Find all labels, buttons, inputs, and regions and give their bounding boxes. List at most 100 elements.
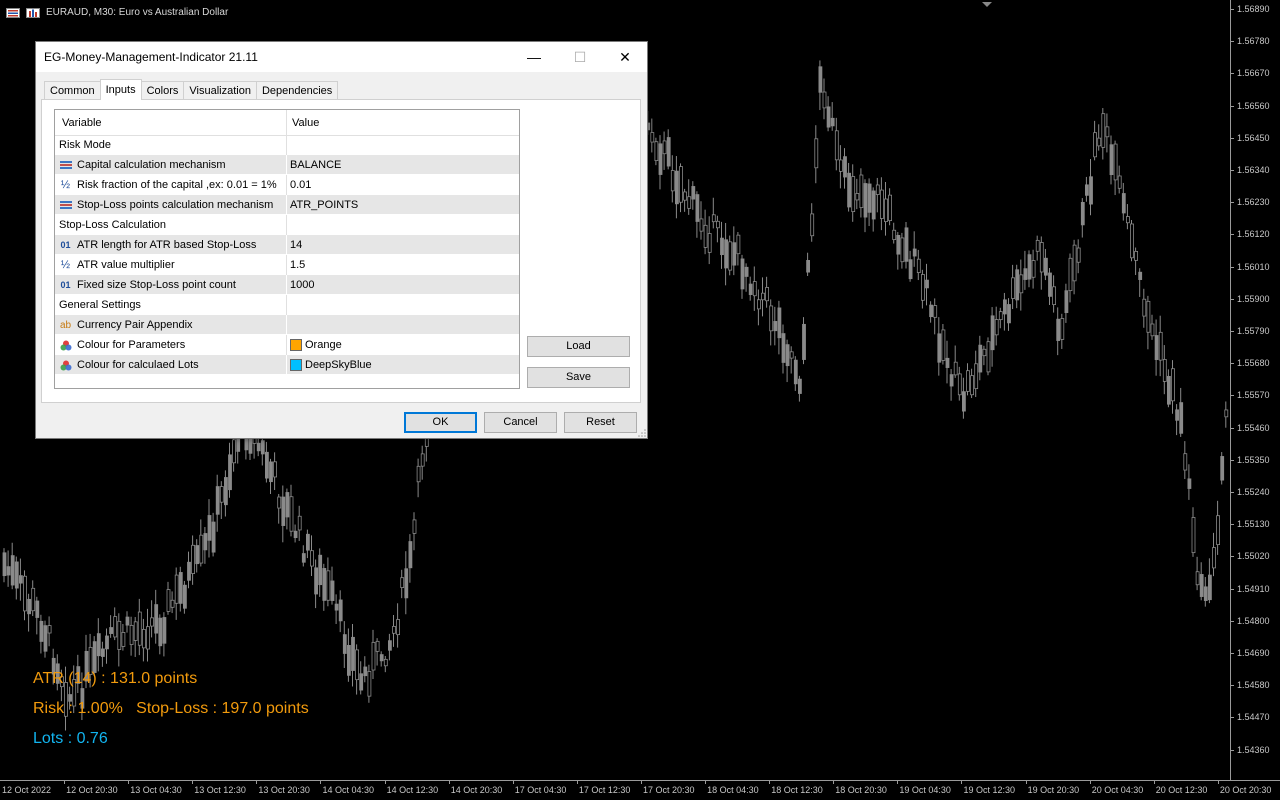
candle-body [732, 242, 737, 266]
tab-colors[interactable]: Colors [140, 81, 185, 99]
tab-visualization[interactable]: Visualization [183, 81, 257, 99]
dialog-titlebar[interactable]: EG-Money-Management-Indicator 21.11 — ☐ … [36, 42, 647, 72]
candle-body [1175, 409, 1179, 421]
value-cell[interactable]: 1000 [290, 279, 314, 291]
candle-body [1019, 274, 1024, 294]
tab-dependencies[interactable]: Dependencies [255, 81, 339, 99]
tab-inputs[interactable]: Inputs [99, 79, 142, 100]
variable-label: Risk fraction of the capital ,ex: 0.01 =… [77, 179, 277, 191]
time-label: 14 Oct 12:30 [386, 785, 439, 795]
candle-body [314, 567, 319, 595]
candle-body [375, 640, 380, 652]
candle-body [1179, 402, 1184, 434]
value-cell[interactable]: BALANCE [290, 159, 341, 171]
candle-body [703, 224, 708, 248]
grid-row[interactable]: Colour for calculaed Lots DeepSkyBlue [55, 355, 519, 375]
value-cell[interactable]: 14 [290, 239, 302, 251]
candle-body [47, 625, 52, 634]
candle-body [962, 391, 966, 412]
save-button[interactable]: Save [527, 367, 630, 388]
time-tick [192, 780, 194, 784]
chart-bars-icon[interactable] [26, 7, 40, 18]
time-label: 14 Oct 20:30 [450, 785, 503, 795]
candle-body [412, 519, 417, 534]
candle-body [679, 166, 683, 203]
candle-body [843, 156, 847, 178]
grid-group-row[interactable]: General Settings [55, 295, 519, 315]
candle-body [793, 359, 798, 385]
time-scale[interactable]: 12 Oct 2022 12 Oct 20:30 13 Oct 04:30 13 Oc… [0, 780, 1280, 800]
value-cell[interactable]: ATR_POINTS [290, 199, 358, 211]
price-tick [1230, 298, 1234, 300]
resize-grip-icon[interactable] [638, 429, 646, 437]
candle-body [1007, 304, 1011, 324]
grid-row[interactable]: ab Currency Pair Appendix [55, 315, 519, 335]
price-tick [1230, 717, 1234, 719]
candle-body [1101, 113, 1106, 148]
candle-body [301, 553, 306, 563]
time-label: 13 Oct 20:30 [258, 785, 310, 795]
candle-body [10, 555, 15, 586]
candle-body [1060, 318, 1065, 340]
candle-body [14, 561, 19, 589]
candle-body [1044, 257, 1048, 276]
candle-body [170, 599, 175, 608]
candle-body [121, 631, 126, 647]
price-label: 1.54800 [1237, 615, 1270, 626]
candle-body [761, 292, 765, 301]
inputs-grid: Variable Value Risk Mode Capital calculat… [54, 109, 520, 389]
price-tick [1230, 556, 1234, 558]
time-tick [576, 780, 578, 784]
candle-body [355, 649, 360, 681]
candle-body [367, 671, 372, 697]
value-cell[interactable]: 0.01 [290, 179, 311, 191]
candle-body [346, 644, 351, 676]
price-scale[interactable]: 1.56890 1.56780 1.56670 1.56560 1.56450 1.563… [1230, 0, 1280, 780]
tab-common[interactable]: Common [44, 81, 101, 99]
grid-row[interactable]: 01 Fixed size Stop-Loss point count 1000 [55, 275, 519, 295]
value-text: 0.01 [290, 179, 312, 191]
load-button[interactable]: Load [527, 336, 630, 357]
close-icon: ✕ [619, 48, 631, 65]
candle-body [383, 658, 388, 667]
column-header-value[interactable]: Value [292, 117, 319, 129]
grid-row[interactable]: Colour for Parameters Orange [55, 335, 519, 355]
candle-body [1068, 257, 1073, 292]
candle-body [699, 218, 704, 232]
grid-group-row[interactable]: Risk Mode [55, 135, 519, 155]
value-text: 1000 [290, 279, 315, 291]
grid-row[interactable]: 01 ATR length for ATR based Stop-Loss 14 [55, 235, 519, 255]
reset-button[interactable]: Reset [564, 412, 637, 433]
grid-group-row[interactable]: Stop-Loss Calculation [55, 215, 519, 235]
grid-row[interactable]: ½ Risk fraction of the capital ,ex: 0.01 … [55, 175, 519, 195]
candle-body [966, 370, 970, 392]
ok-button[interactable]: OK [404, 412, 477, 433]
candle-body [1027, 254, 1032, 280]
candle-body [223, 477, 228, 506]
grid-row[interactable]: ½ ATR value multiplier 1.5 [55, 255, 519, 275]
candle-body [150, 617, 155, 627]
value-cell[interactable]: Orange [290, 339, 342, 351]
lots-readout: Lots : 0.76 [33, 730, 108, 747]
variable-cell: 01 ATR length for ATR based Stop-Loss [59, 239, 256, 251]
value-cell[interactable]: 1.5 [290, 259, 305, 271]
value-cell[interactable]: DeepSkyBlue [290, 359, 372, 371]
variable-label: Risk Mode [59, 139, 111, 151]
time-tick [961, 780, 963, 784]
candle-body [1203, 586, 1208, 601]
window-list-icon[interactable] [6, 7, 20, 18]
candle-body [310, 550, 314, 567]
close-button[interactable]: ✕ [602, 42, 648, 72]
time-tick [64, 780, 65, 784]
time-tick [1217, 780, 1219, 784]
grid-row[interactable]: Stop-Loss points calculation mechanism AT… [55, 195, 519, 215]
price-tick [1230, 685, 1234, 687]
column-header-variable[interactable]: Variable [62, 117, 102, 129]
candle-body [1154, 335, 1159, 360]
grid-row[interactable]: Capital calculation mechanism BALANCE [55, 155, 519, 175]
grid-header: Variable Value [55, 110, 519, 136]
candle-body [814, 138, 819, 169]
minimize-button[interactable]: — [511, 42, 557, 72]
candle-body [1085, 184, 1089, 196]
cancel-button[interactable]: Cancel [484, 412, 557, 433]
